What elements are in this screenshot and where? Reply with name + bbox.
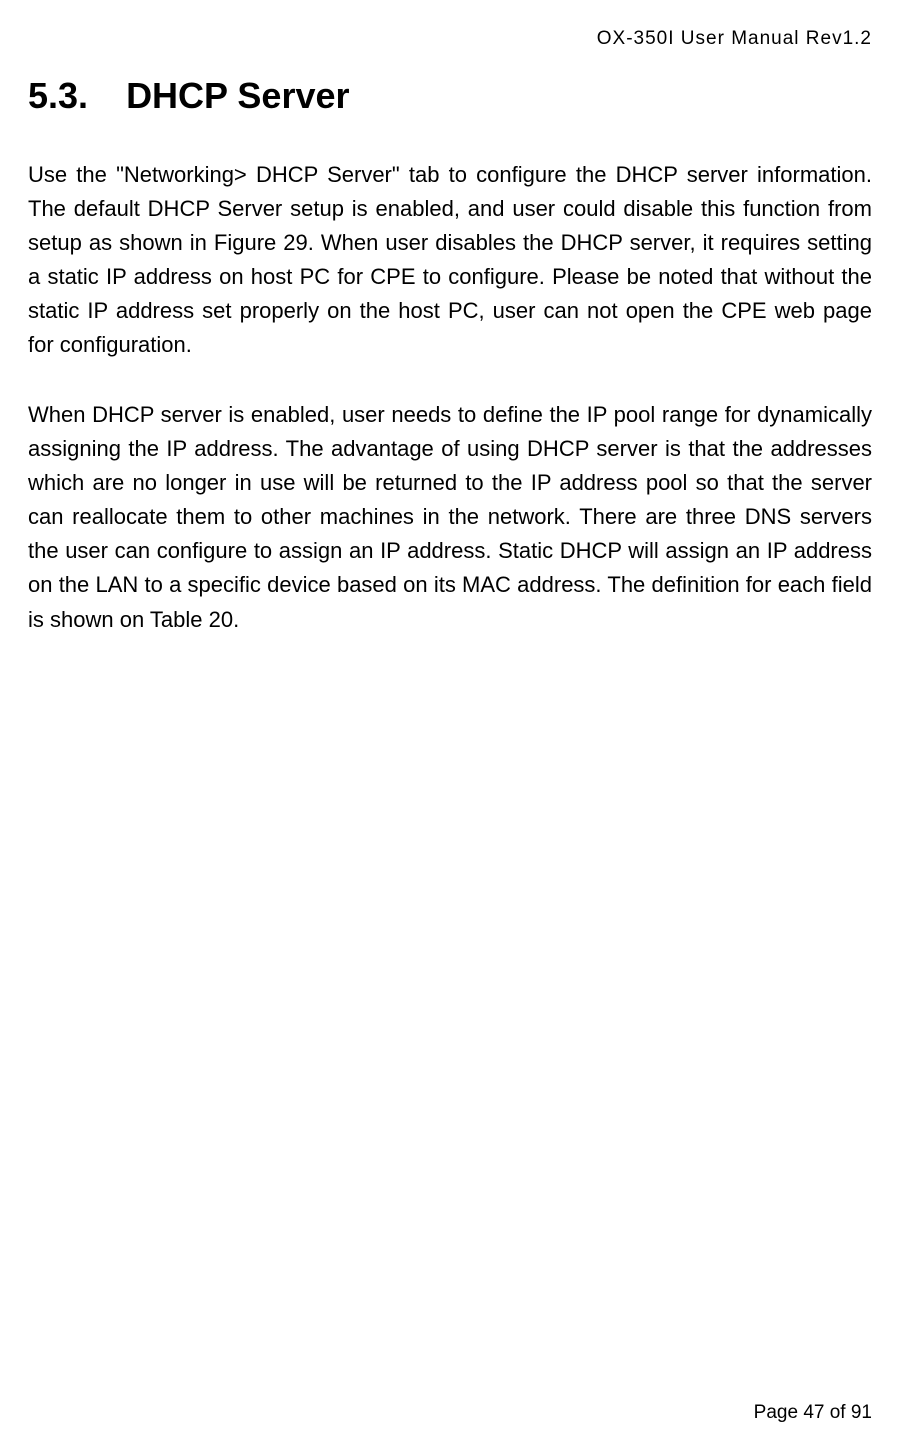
document-header: OX-350I User Manual Rev1.2 <box>597 28 872 50</box>
section-number: 5.3. <box>28 75 88 117</box>
paragraph-1: Use the "Networking> DHCP Server" tab to… <box>28 158 872 363</box>
page-footer: Page 47 of 91 <box>754 1402 872 1424</box>
section-heading: 5.3. DHCP Server <box>28 75 350 117</box>
section-title: DHCP Server <box>126 75 349 117</box>
paragraph-2: When DHCP server is enabled, user needs … <box>28 398 872 637</box>
